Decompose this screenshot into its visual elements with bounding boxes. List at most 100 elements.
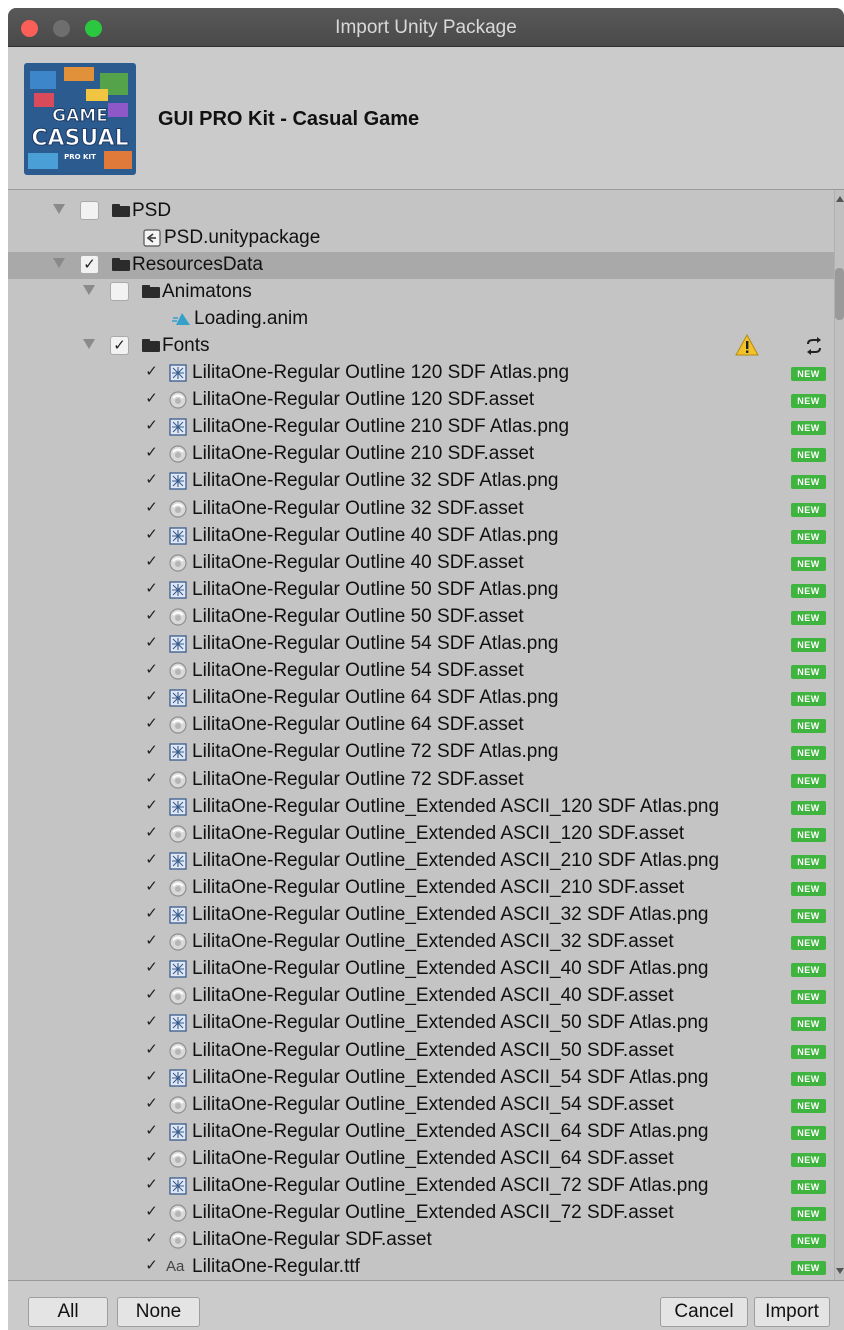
title-bar[interactable]: Import Unity Package	[8, 8, 844, 47]
tree-row-psd[interactable]: PSD	[8, 198, 834, 225]
font-file-row[interactable]: ✓ LilitaOne-Regular Outline_Extended ASCI…	[8, 1038, 834, 1065]
font-file-row[interactable]: ✓ LilitaOne-Regular Outline_Extended ASCI…	[8, 875, 834, 902]
font-file-checkbox[interactable]: ✓	[142, 553, 161, 572]
resourcesdata-checkbox[interactable]: ✓	[80, 255, 99, 274]
cancel-button[interactable]: Cancel	[660, 1297, 748, 1327]
font-file-checkbox[interactable]: ✓	[142, 715, 161, 734]
animatons-checkbox[interactable]	[110, 282, 129, 301]
font-file-row[interactable]: ✓ LilitaOne-Regular Outline_Extended ASCI…	[8, 1173, 834, 1200]
tree-row-loading-anim[interactable]: Loading.anim	[8, 306, 834, 333]
font-file-checkbox[interactable]: ✓	[142, 878, 161, 897]
font-file-row[interactable]: ✓ LilitaOne-Regular Outline 54 SDF Atlas.…	[8, 631, 834, 658]
font-file-row[interactable]: ✓ LilitaOne-Regular Outline 40 SDF.asset N…	[8, 550, 834, 577]
font-file-checkbox[interactable]: ✓	[142, 959, 161, 978]
font-file-checkbox[interactable]: ✓	[142, 688, 161, 707]
refresh-icon[interactable]	[804, 336, 824, 356]
font-file-checkbox[interactable]: ✓	[142, 1176, 161, 1195]
tree-scrollbar[interactable]	[834, 190, 844, 1280]
font-file-row[interactable]: ✓ LilitaOne-Regular SDF.asset NEW	[8, 1227, 834, 1254]
font-file-label: LilitaOne-Regular Outline 210 SDF Atlas.…	[192, 416, 570, 437]
font-file-label: LilitaOne-Regular Outline_Extended ASCII…	[192, 1012, 709, 1033]
font-file-checkbox[interactable]: ✓	[142, 824, 161, 843]
expand-arrow-icon[interactable]	[83, 339, 95, 349]
font-file-row[interactable]: ✓ LilitaOne-Regular Outline_Extended ASCI…	[8, 1146, 834, 1173]
font-file-row[interactable]: ✓ LilitaOne-Regular Outline 210 SDF Atlas…	[8, 414, 834, 441]
font-file-row[interactable]: ✓ LilitaOne-Regular Outline 50 SDF.asset N…	[8, 604, 834, 631]
font-file-checkbox[interactable]: ✓	[142, 770, 161, 789]
tree-row-psd-unitypackage[interactable]: PSD.unitypackage	[8, 225, 834, 252]
font-file-row[interactable]: ✓ LilitaOne-Regular Outline_Extended ASCI…	[8, 1065, 834, 1092]
font-file-checkbox[interactable]: ✓	[142, 905, 161, 924]
font-file-row[interactable]: ✓ LilitaOne-Regular Outline 54 SDF.asset N…	[8, 658, 834, 685]
font-file-checkbox[interactable]: ✓	[142, 607, 161, 626]
package-tree: PSD PSD.unitypackage ✓ ResourcesData Ani…	[8, 190, 834, 1280]
font-file-checkbox[interactable]: ✓	[142, 1203, 161, 1222]
scroll-down-arrow-icon[interactable]	[836, 1268, 844, 1274]
font-file-row[interactable]: ✓ LilitaOne-Regular Outline 50 SDF Atlas.…	[8, 577, 834, 604]
import-button[interactable]: Import	[754, 1297, 830, 1327]
font-file-row[interactable]: ✓ LilitaOne-Regular Outline 64 SDF Atlas.…	[8, 685, 834, 712]
font-file-checkbox[interactable]: ✓	[142, 1230, 161, 1249]
font-file-checkbox[interactable]: ✓	[142, 1095, 161, 1114]
new-badge: NEW	[791, 367, 826, 381]
font-file-checkbox[interactable]: ✓	[142, 742, 161, 761]
font-file-row[interactable]: ✓ LilitaOne-Regular Outline_Extended ASCI…	[8, 1119, 834, 1146]
font-file-row[interactable]: ✓ LilitaOne-Regular Outline_Extended ASCI…	[8, 1200, 834, 1227]
none-button[interactable]: None	[117, 1297, 200, 1327]
font-file-checkbox[interactable]: ✓	[142, 1149, 161, 1168]
font-file-row[interactable]: ✓ LilitaOne-Regular Outline_Extended ASCI…	[8, 848, 834, 875]
fonts-checkbox[interactable]: ✓	[110, 336, 129, 355]
font-file-row[interactable]: ✓ LilitaOne-Regular Outline 40 SDF Atlas.…	[8, 523, 834, 550]
new-badge: NEW	[791, 557, 826, 571]
font-file-checkbox[interactable]: ✓	[142, 526, 161, 545]
font-file-row[interactable]: ✓ LilitaOne-Regular Outline_Extended ASCI…	[8, 821, 834, 848]
font-file-row[interactable]: ✓ LilitaOne-Regular Outline 72 SDF Atlas.…	[8, 739, 834, 766]
expand-arrow-icon[interactable]	[83, 285, 95, 295]
font-file-row[interactable]: ✓ LilitaOne-Regular Outline 210 SDF.asset…	[8, 441, 834, 468]
font-file-checkbox[interactable]: ✓	[142, 851, 161, 870]
font-file-row[interactable]: ✓ LilitaOne-Regular Outline 32 SDF.asset N…	[8, 496, 834, 523]
psd-checkbox[interactable]	[80, 201, 99, 220]
font-file-row[interactable]: ✓ LilitaOne-Regular Outline_Extended ASCI…	[8, 902, 834, 929]
font-file-checkbox[interactable]: ✓	[142, 986, 161, 1005]
font-file-checkbox[interactable]: ✓	[142, 471, 161, 490]
new-badge: NEW	[791, 1017, 826, 1031]
font-file-row[interactable]: ✓ LilitaOne-Regular Outline_Extended ASCI…	[8, 1010, 834, 1037]
font-file-checkbox[interactable]: ✓	[142, 1041, 161, 1060]
font-file-row[interactable]: ✓ LilitaOne-Regular Outline 32 SDF Atlas.…	[8, 468, 834, 495]
font-file-checkbox[interactable]: ✓	[142, 1122, 161, 1141]
font-file-checkbox[interactable]: ✓	[142, 797, 161, 816]
font-file-checkbox[interactable]: ✓	[142, 363, 161, 382]
new-badge: NEW	[791, 530, 826, 544]
font-file-checkbox[interactable]: ✓	[142, 390, 161, 409]
font-file-label: LilitaOne-Regular Outline_Extended ASCII…	[192, 1094, 674, 1115]
font-file-checkbox[interactable]: ✓	[142, 1257, 161, 1276]
tree-row-animatons[interactable]: Animatons	[8, 279, 834, 306]
tree-row-fonts[interactable]: ✓ Fonts	[8, 333, 834, 360]
font-file-checkbox[interactable]: ✓	[142, 1068, 161, 1087]
tree-row-resourcesdata[interactable]: ✓ ResourcesData	[8, 252, 834, 279]
font-file-row[interactable]: ✓ LilitaOne-Regular Outline 72 SDF.asset N…	[8, 767, 834, 794]
expand-arrow-icon[interactable]	[53, 258, 65, 268]
all-button[interactable]: All	[28, 1297, 108, 1327]
font-file-row[interactable]: ✓ LilitaOne-Regular Outline 64 SDF.asset N…	[8, 712, 834, 739]
font-file-row[interactable]: ✓ Aa LilitaOne-Regular.ttf NEW	[8, 1254, 834, 1280]
font-file-row[interactable]: ✓ LilitaOne-Regular Outline_Extended ASCI…	[8, 929, 834, 956]
font-file-checkbox[interactable]: ✓	[142, 580, 161, 599]
font-file-row[interactable]: ✓ LilitaOne-Regular Outline_Extended ASCI…	[8, 794, 834, 821]
scrollbar-thumb[interactable]	[835, 268, 844, 320]
font-file-row[interactable]: ✓ LilitaOne-Regular Outline_Extended ASCI…	[8, 983, 834, 1010]
scroll-up-arrow-icon[interactable]	[836, 196, 844, 202]
font-file-row[interactable]: ✓ LilitaOne-Regular Outline 120 SDF.asset…	[8, 387, 834, 414]
font-file-row[interactable]: ✓ LilitaOne-Regular Outline_Extended ASCI…	[8, 1092, 834, 1119]
font-file-row[interactable]: ✓ LilitaOne-Regular Outline_Extended ASCI…	[8, 956, 834, 983]
font-file-checkbox[interactable]: ✓	[142, 499, 161, 518]
font-file-checkbox[interactable]: ✓	[142, 634, 161, 653]
font-file-row[interactable]: ✓ LilitaOne-Regular Outline 120 SDF Atlas…	[8, 360, 834, 387]
font-file-checkbox[interactable]: ✓	[142, 932, 161, 951]
font-file-checkbox[interactable]: ✓	[142, 444, 161, 463]
expand-arrow-icon[interactable]	[53, 204, 65, 214]
font-file-checkbox[interactable]: ✓	[142, 661, 161, 680]
font-file-checkbox[interactable]: ✓	[142, 1013, 161, 1032]
font-file-checkbox[interactable]: ✓	[142, 417, 161, 436]
